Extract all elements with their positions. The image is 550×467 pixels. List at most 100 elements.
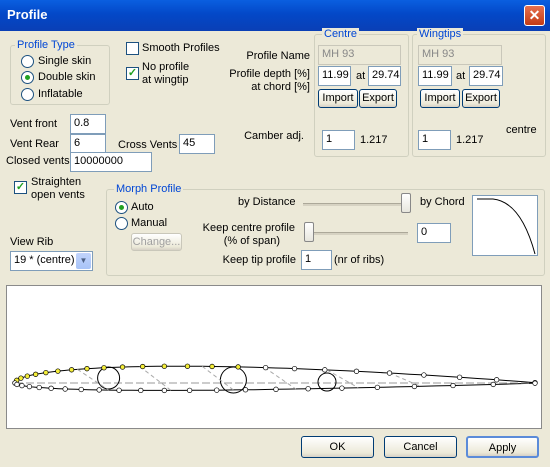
lower-point [214, 387, 220, 393]
upper-point [494, 377, 500, 383]
centre-import-button[interactable]: Import [318, 89, 358, 108]
inflatable-radio[interactable] [21, 88, 34, 101]
upper-point [119, 364, 126, 370]
upper-point [456, 374, 463, 380]
upper-point [68, 367, 75, 373]
cross-vent-hole [219, 366, 247, 394]
diagonal-rib-line [77, 368, 109, 391]
closed-vents-label: Closed vents [6, 155, 70, 167]
wingtips-camber-input[interactable]: 1 [418, 130, 451, 150]
no-profile-label-1: No profile [142, 61, 190, 73]
keep-centre-slider-thumb[interactable] [304, 222, 314, 242]
centre-legend: Centre [322, 28, 360, 40]
vent-rear-label: Vent Rear [10, 138, 59, 150]
single-skin-radio[interactable] [21, 55, 34, 68]
centre-depth-input[interactable]: 11.99 [318, 66, 351, 86]
centre-profile-name[interactable]: MH 93 [318, 45, 401, 65]
view-rib-label: View Rib [10, 236, 54, 248]
vent-front-input[interactable]: 0.8 [70, 114, 106, 134]
morph-curve-svg [477, 198, 536, 255]
close-button[interactable]: ✕ [524, 5, 545, 26]
apply-button[interactable]: Apply [466, 436, 539, 458]
double-skin-label: Double skin [38, 71, 96, 83]
wingtips-at-label: at [456, 70, 466, 82]
centre-camber-value: 1.217 [360, 134, 388, 146]
morph-auto-radio[interactable] [115, 201, 128, 214]
vent-rear-input[interactable]: 6 [70, 134, 106, 154]
profile-dialog: Profile ✕ Profile Type Single skin Doubl… [0, 0, 550, 467]
upper-point [386, 370, 393, 376]
no-profile-label-2: at wingtip [142, 74, 189, 86]
airfoil-outline [14, 365, 536, 391]
lower-point [374, 384, 381, 390]
centre-camber-input[interactable]: 1 [322, 130, 355, 150]
profile-preview-panel [6, 285, 542, 429]
upper-point [18, 375, 24, 381]
lower-point [532, 380, 538, 386]
lower-point [450, 382, 456, 389]
double-skin-radio[interactable] [21, 71, 34, 84]
cross-vents-label: Cross Vents [118, 139, 178, 151]
upper-point [84, 366, 90, 372]
lower-point [48, 385, 54, 391]
centre-export-button[interactable]: Export [359, 89, 397, 108]
cross-vent-hole [97, 366, 121, 390]
keep-centre-input[interactable]: 0 [417, 223, 451, 243]
morph-profile-legend: Morph Profile [114, 183, 184, 195]
by-chord-label: by Chord [420, 196, 465, 208]
cancel-button[interactable]: Cancel [384, 436, 457, 458]
at-chord-label: at chord [%] [251, 81, 310, 93]
morph-manual-radio[interactable] [115, 217, 128, 230]
ok-button[interactable]: OK [301, 436, 374, 458]
lower-point [116, 387, 122, 393]
upper-point [353, 368, 360, 374]
morph-curve-preview [472, 195, 538, 256]
lower-point [96, 387, 102, 393]
window-title: Profile [7, 7, 48, 22]
upper-point [235, 364, 241, 370]
distance-chord-slider-thumb[interactable] [401, 193, 411, 213]
wingtips-depth-input[interactable]: 11.99 [418, 66, 452, 86]
keep-tip-input[interactable]: 1 [301, 250, 332, 270]
view-rib-value: 19 * (centre) [14, 254, 75, 266]
upper-point [140, 363, 146, 370]
upper-point [55, 368, 61, 374]
wingtips-chord-input[interactable]: 29.74 [469, 66, 503, 86]
by-distance-label: by Distance [238, 196, 296, 208]
camber-label: Camber adj. [244, 130, 304, 142]
lower-point [78, 386, 84, 393]
lower-point [14, 381, 20, 388]
wingtips-import-button[interactable]: Import [420, 89, 460, 108]
diagonal-rib-line [326, 369, 359, 389]
no-profile-wingtip-checkbox[interactable]: ✓ [126, 67, 139, 80]
centre-chord-input[interactable]: 29.74 [368, 66, 401, 86]
lower-point [161, 387, 167, 394]
lower-point [490, 381, 496, 388]
straighten-label-2: open vents [31, 189, 85, 201]
wingtips-profile-name[interactable]: MH 93 [418, 45, 502, 65]
upper-point [262, 364, 269, 371]
chevron-down-icon[interactable]: ▼ [76, 253, 91, 269]
upper-point [291, 365, 298, 372]
smooth-profiles-checkbox[interactable] [126, 42, 139, 55]
change-button[interactable]: Change... [131, 233, 182, 251]
wingtips-centre-label: centre [506, 124, 537, 136]
wingtips-export-button[interactable]: Export [462, 89, 500, 108]
lower-point [62, 386, 68, 392]
cross-vents-input[interactable]: 45 [179, 134, 215, 154]
airfoil-rib [12, 363, 538, 394]
view-rib-select[interactable]: 19 * (centre) ▼ [10, 251, 93, 271]
closed-vents-input[interactable]: 10000000 [70, 152, 152, 172]
lower-point [411, 383, 418, 390]
upper-point [43, 369, 49, 376]
upper-point [421, 372, 427, 378]
close-icon: ✕ [528, 7, 541, 23]
upper-point [101, 365, 107, 371]
morph-manual-label: Manual [131, 217, 168, 229]
profile-name-label: Profile Name [246, 50, 310, 62]
straighten-checkbox[interactable]: ✓ [14, 181, 27, 194]
keep-tip-unit: (nr of ribs) [334, 254, 385, 266]
upper-point [209, 363, 215, 370]
wingtips-legend: Wingtips [417, 28, 464, 40]
morph-auto-label: Auto [131, 201, 154, 213]
